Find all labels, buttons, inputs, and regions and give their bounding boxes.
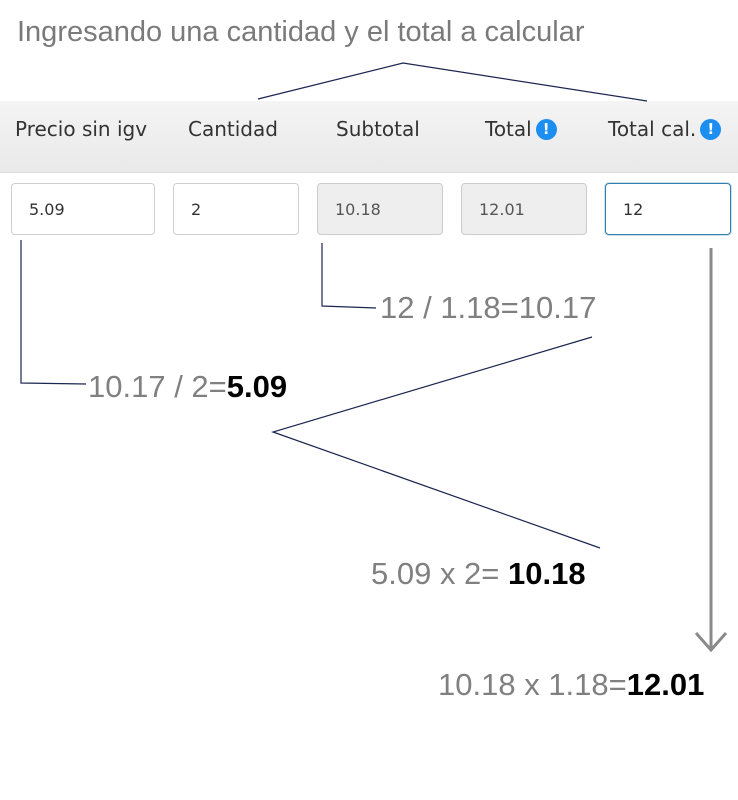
info-icon[interactable]: ! <box>535 118 557 140</box>
note-step-4-prefix: 10.18 x 1.18= <box>438 667 627 702</box>
title-bracket-line <box>257 62 648 102</box>
header-total: Total ! <box>485 116 557 142</box>
price-connector-line <box>20 240 87 385</box>
note-step-1-text: 12 / 1.18=10.17 <box>380 290 597 325</box>
header-precio-label: Precio sin igv <box>15 117 148 141</box>
annotation-title: Ingresando una cantidad y el total a cal… <box>17 16 585 48</box>
header-cantidad: Cantidad <box>188 116 278 142</box>
note-step-3-result: 10.18 <box>508 556 586 591</box>
note-step-2-result: 5.09 <box>226 369 288 404</box>
arrow-down-icon <box>694 632 728 653</box>
note-step-2: 10.17 / 2=5.09 <box>88 369 287 405</box>
header-precio-sin-igv: Precio sin igv <box>15 116 147 142</box>
note-step-4-result: 12.01 <box>626 667 705 702</box>
header-subtotal-label: Subtotal <box>336 117 420 141</box>
note-step-3: 5.09 x 2= 10.18 <box>371 556 586 592</box>
total-field <box>461 183 587 235</box>
header-subtotal: Subtotal <box>336 116 420 142</box>
total-calculado-input[interactable] <box>605 183 731 235</box>
precio-sin-igv-input[interactable] <box>11 183 155 235</box>
info-icon[interactable]: ! <box>700 118 722 140</box>
note-step-1: 12 / 1.18=10.17 <box>380 290 596 326</box>
subtotal-field <box>317 183 443 235</box>
header-total-cal: Total cal. ! <box>608 116 722 142</box>
note-step-3-prefix: 5.09 x 2= <box>371 556 509 591</box>
branch-connector-line <box>271 336 601 549</box>
header-cantidad-label: Cantidad <box>188 117 278 141</box>
header-total-label: Total <box>485 117 532 141</box>
subtotal-connector-line <box>321 243 377 309</box>
cantidad-input[interactable] <box>173 183 299 235</box>
header-total-cal-label: Total cal. <box>608 117 697 141</box>
note-step-2-prefix: 10.17 / 2= <box>88 369 227 404</box>
note-step-4: 10.18 x 1.18=12.01 <box>438 667 704 703</box>
